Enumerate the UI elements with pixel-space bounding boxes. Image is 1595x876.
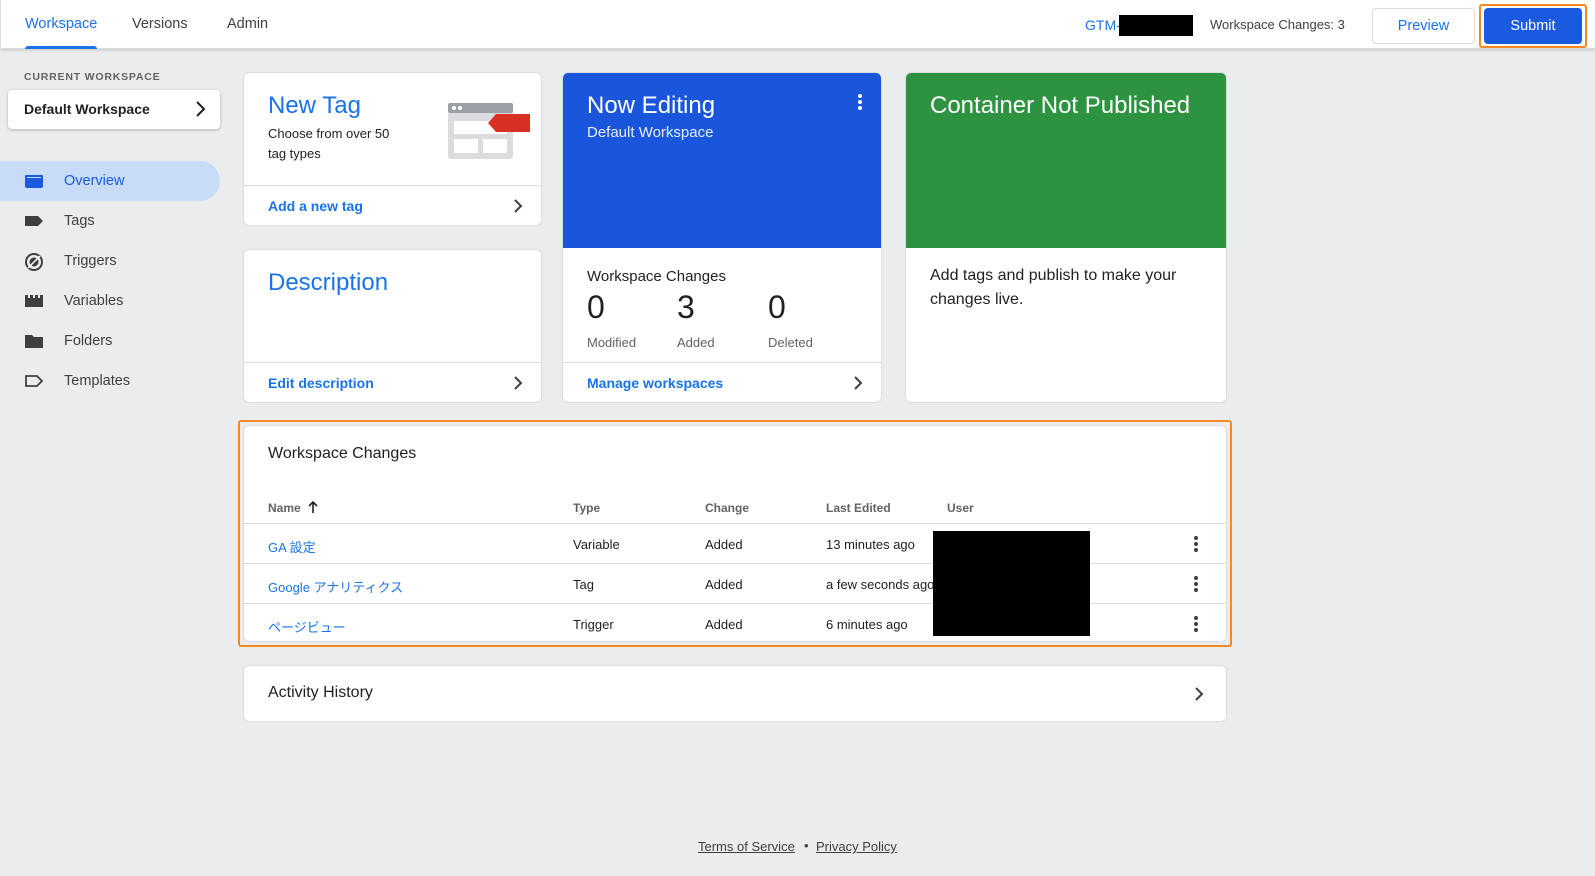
row-type: Trigger	[573, 617, 614, 632]
add-new-tag-link[interactable]: Add a new tag	[244, 185, 541, 225]
current-workspace-name: Default Workspace	[24, 101, 150, 117]
tag-illustration-icon	[446, 101, 532, 166]
template-icon	[24, 373, 44, 389]
description-card: Description Edit description	[243, 249, 542, 403]
row-last-edited: a few seconds ago	[826, 577, 935, 592]
sidebar-item-templates[interactable]: Templates	[0, 361, 220, 401]
current-workspace-label: CURRENT WORKSPACE	[24, 71, 161, 83]
column-header-last-edited: Last Edited	[826, 501, 891, 515]
privacy-policy-link[interactable]: Privacy Policy	[816, 839, 897, 854]
row-type: Tag	[573, 577, 594, 592]
arrow-up-icon	[308, 500, 318, 517]
more-vert-icon[interactable]	[857, 93, 863, 116]
terms-of-service-link[interactable]: Terms of Service	[698, 839, 795, 854]
trigger-icon	[24, 253, 44, 271]
deleted-count: 0	[768, 289, 786, 325]
folder-icon	[24, 333, 44, 349]
manage-workspaces-link[interactable]: Manage workspaces	[563, 362, 881, 402]
redacted-user-column	[933, 531, 1090, 636]
variables-icon	[24, 293, 44, 309]
workspace-changes-table: Workspace Changes Name Type Change Last …	[243, 425, 1227, 642]
edit-description-label: Edit description	[268, 375, 374, 391]
row-name-link[interactable]: GA 設定	[268, 537, 316, 556]
sidebar-item-triggers[interactable]: Triggers	[0, 241, 220, 281]
now-editing-title: Now Editing	[587, 92, 716, 119]
deleted-label: Deleted	[768, 335, 813, 350]
row-change: Added	[705, 617, 743, 632]
modified-label: Modified	[587, 335, 637, 350]
row-change: Added	[705, 537, 743, 552]
row-name-link[interactable]: Google アナリティクス	[268, 577, 403, 596]
sidebar-item-folders[interactable]: Folders	[0, 321, 220, 361]
column-header-label: Name	[268, 501, 301, 515]
container-status-header: Container Not Published	[906, 73, 1226, 248]
tab-workspace[interactable]: Workspace	[25, 0, 98, 49]
new-tag-subtitle-2: tag types	[268, 146, 321, 161]
workspace-changes-count: Workspace Changes: 3	[1210, 17, 1345, 32]
tab-admin[interactable]: Admin	[227, 0, 268, 49]
sidebar-item-overview[interactable]: Overview	[0, 161, 220, 201]
redacted-container-id	[1119, 15, 1193, 36]
workspace-changes-heading: Workspace Changes	[587, 268, 726, 285]
submit-button[interactable]: Submit	[1484, 8, 1582, 44]
row-last-edited: 6 minutes ago	[826, 617, 908, 632]
column-header-name[interactable]: Name	[268, 500, 318, 517]
new-tag-title[interactable]: New Tag	[268, 92, 361, 120]
container-status-body-1: Add tags and publish to make your	[930, 267, 1177, 284]
chevron-right-icon	[513, 198, 523, 219]
row-type: Variable	[573, 537, 620, 552]
now-editing-card: Now Editing Default Workspace Workspace …	[562, 72, 882, 403]
top-bar: Workspace Versions Admin GTM- Workspace …	[0, 0, 1595, 49]
container-id[interactable]: GTM-	[1085, 17, 1121, 33]
new-tag-card: New Tag Choose from over 50 tag types Ad…	[243, 72, 542, 226]
container-status-card: Container Not Published Add tags and pub…	[905, 72, 1227, 403]
sidebar-item-label: Triggers	[64, 253, 117, 269]
sidebar-item-label: Overview	[64, 173, 125, 189]
now-editing-workspace: Default Workspace	[587, 124, 714, 141]
description-title: Description	[268, 269, 389, 296]
chevron-right-icon	[853, 375, 863, 396]
row-last-edited: 13 minutes ago	[826, 537, 915, 552]
column-header-user: User	[947, 501, 974, 515]
added-count: 3	[677, 289, 695, 325]
manage-workspaces-label: Manage workspaces	[587, 375, 724, 391]
tag-icon	[24, 213, 44, 229]
container-status-title: Container Not Published	[930, 92, 1191, 119]
added-label: Added	[677, 335, 715, 350]
new-tag-subtitle-1: Choose from over 50	[268, 126, 390, 141]
chevron-right-icon	[194, 100, 206, 123]
more-vert-icon[interactable]	[1186, 574, 1206, 594]
more-vert-icon[interactable]	[1186, 534, 1206, 554]
overview-icon	[24, 173, 44, 189]
sidebar-item-label: Variables	[64, 293, 124, 309]
chevron-right-icon	[513, 375, 523, 396]
row-change: Added	[705, 577, 743, 592]
now-editing-header: Now Editing Default Workspace	[563, 73, 881, 248]
tab-versions[interactable]: Versions	[132, 0, 188, 49]
sidebar-item-label: Folders	[64, 333, 113, 349]
footer-separator: •	[804, 838, 809, 853]
preview-button[interactable]: Preview	[1372, 8, 1475, 44]
activity-history-title: Activity History	[268, 684, 373, 701]
more-vert-icon[interactable]	[1186, 614, 1206, 634]
current-workspace-selector[interactable]: Default Workspace	[8, 90, 220, 129]
sidebar-item-label: Templates	[64, 373, 131, 389]
row-name-link[interactable]: ページビュー	[268, 617, 346, 636]
modified-count: 0	[587, 289, 605, 325]
workspace-changes-title: Workspace Changes	[268, 445, 417, 462]
chevron-right-icon	[1194, 686, 1204, 707]
add-new-tag-label: Add a new tag	[268, 198, 363, 214]
sidebar-item-variables[interactable]: Variables	[0, 281, 220, 321]
edit-description-link[interactable]: Edit description	[244, 362, 541, 402]
container-status-body-2: changes live.	[930, 291, 1024, 308]
sidebar-item-label: Tags	[64, 213, 95, 229]
column-header-type: Type	[573, 501, 601, 515]
activity-history-card[interactable]: Activity History	[243, 665, 1227, 722]
sidebar-item-tags[interactable]: Tags	[0, 201, 220, 241]
column-header-change: Change	[705, 501, 750, 515]
